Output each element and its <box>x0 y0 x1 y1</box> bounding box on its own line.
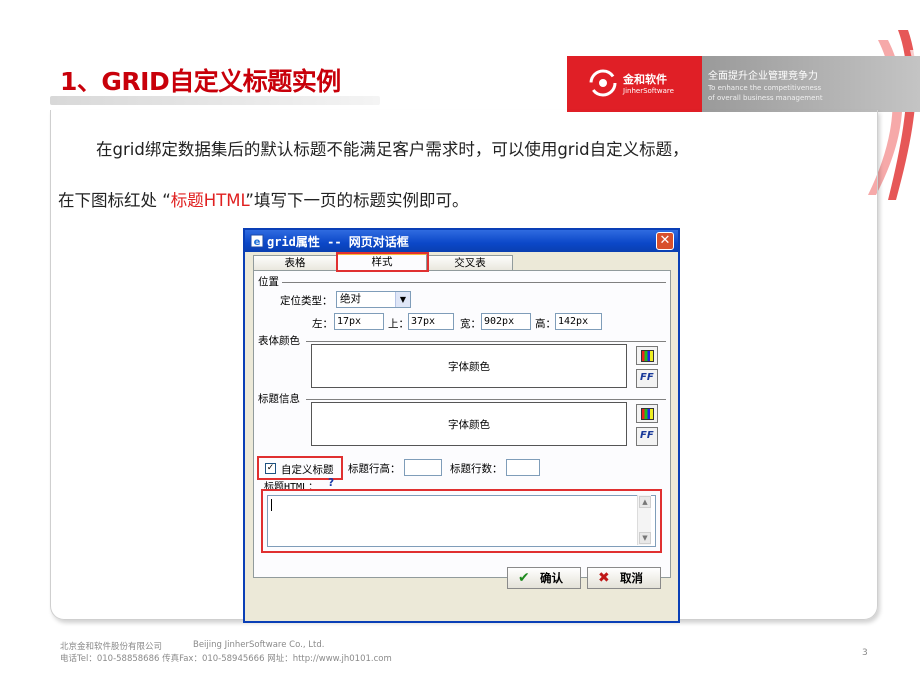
body-color-preview[interactable]: 字体颜色 <box>311 344 627 388</box>
check-icon: ✔ <box>518 570 530 586</box>
font-color-icon: FF <box>640 430 654 441</box>
paragraph-line1: 在grid绑定数据集后的默认标题不能满足客户需求时，可以使用grid自定义标题， <box>96 140 689 159</box>
body-font-color-text: 字体颜色 <box>448 361 490 373</box>
title-html-highlight: ▲ ▼ <box>261 489 662 553</box>
top-label: 上： <box>388 318 409 330</box>
confirm-label: 确认 <box>540 571 563 585</box>
slogan-en-line2: of overall business management <box>708 94 823 102</box>
scroll-down-icon[interactable]: ▼ <box>639 532 651 544</box>
palette-icon <box>641 408 654 420</box>
footer-company-cn: 北京金和软件股份有限公司 <box>60 642 163 652</box>
paragraph-line2: 在下图标红处 “标题HTML”填写下一页的标题实例即可。 <box>58 187 468 211</box>
paragraph-line2-before: 在下图标红处 “ <box>58 191 171 210</box>
footer-company-en: Beijing JinherSoftware Co., Ltd. <box>193 640 325 650</box>
svg-text:e: e <box>254 237 261 248</box>
tab-style-highlight <box>336 252 429 272</box>
top-input[interactable]: 37px <box>408 313 454 330</box>
title-underline <box>50 96 380 105</box>
grid-properties-dialog: e grid属性 -- 网页对话框 ✕ 表格 交叉表 位置 定位类型： 绝对 ▼… <box>243 228 680 623</box>
brand-slogan: 全面提升企业管理竞争力 To enhance the competitivene… <box>702 56 920 112</box>
slide-title: 1、GRID自定义标题实例 <box>60 67 341 96</box>
logo-mark-icon <box>589 69 617 97</box>
section-title-info: 标题信息 <box>258 393 300 405</box>
confirm-button[interactable]: ✔ 确认 <box>507 567 581 589</box>
text-caret <box>271 499 272 511</box>
title-html-textarea[interactable] <box>267 495 656 547</box>
left-input[interactable]: 17px <box>334 313 384 330</box>
position-type-select[interactable]: 绝对 ▼ <box>336 291 411 308</box>
divider <box>306 341 666 342</box>
divider <box>306 399 666 400</box>
scrollbar[interactable]: ▲ ▼ <box>637 495 651 545</box>
dialog-title: grid属性 -- 网页对话框 <box>267 235 409 249</box>
divider <box>282 282 666 283</box>
section-body-color: 表体颜色 <box>258 335 300 347</box>
custom-title-label: 自定义标题 <box>281 464 334 476</box>
cross-icon: ✖ <box>598 570 610 586</box>
font-color-icon: FF <box>640 372 654 383</box>
position-type-label: 定位类型： <box>280 295 333 307</box>
tab-table[interactable]: 表格 <box>253 255 337 271</box>
logo-text-en: JinherSoftware <box>623 87 674 95</box>
close-button[interactable]: ✕ <box>656 232 674 250</box>
ie-page-icon: e <box>250 234 264 248</box>
title-font-color-text: 字体颜色 <box>448 419 490 431</box>
footer-contact: 电话Tel：010-58858686 传真Fax：010-58945666 网址… <box>60 654 392 664</box>
body-font-color-button[interactable]: FF <box>636 369 658 388</box>
title-row-count-label: 标题行数： <box>450 463 503 475</box>
body-bg-color-button[interactable] <box>636 346 658 365</box>
custom-title-checkbox[interactable]: ✓ <box>265 463 276 474</box>
cancel-label: 取消 <box>620 571 643 585</box>
width-label: 宽： <box>460 318 481 330</box>
position-type-value: 绝对 <box>340 293 361 305</box>
title-font-color-button[interactable]: FF <box>636 427 658 446</box>
help-icon[interactable]: ? <box>328 477 334 489</box>
section-position: 位置 <box>258 276 279 288</box>
chevron-down-icon[interactable]: ▼ <box>395 292 410 307</box>
slide: 金和软件 JinherSoftware 全面提升企业管理竞争力 To enhan… <box>0 0 920 690</box>
title-bg-color-button[interactable] <box>636 404 658 423</box>
page-number: 3 <box>862 648 868 658</box>
height-label: 高： <box>535 318 556 330</box>
title-row-count-input[interactable] <box>506 459 540 476</box>
paragraph-highlight: 标题HTML <box>170 191 246 210</box>
brand-logo: 金和软件 JinherSoftware <box>567 56 702 112</box>
tab-panel: 位置 定位类型： 绝对 ▼ 左： 17px 上： 37px 宽： 902px 高… <box>253 270 671 578</box>
cancel-button[interactable]: ✖ 取消 <box>587 567 661 589</box>
slogan-cn: 全面提升企业管理竞争力 <box>708 71 818 82</box>
scroll-up-icon[interactable]: ▲ <box>639 496 651 508</box>
tab-crosstab[interactable]: 交叉表 <box>427 255 513 271</box>
title-row-height-input[interactable] <box>404 459 442 476</box>
paragraph-line2-after: ”填写下一页的标题实例即可。 <box>245 191 469 210</box>
title-row-height-label: 标题行高： <box>348 463 401 475</box>
palette-icon <box>641 350 654 362</box>
left-label: 左： <box>312 318 333 330</box>
height-input[interactable]: 142px <box>555 313 602 330</box>
title-color-preview[interactable]: 字体颜色 <box>311 402 627 446</box>
logo-text-cn: 金和软件 <box>623 73 667 86</box>
width-input[interactable]: 902px <box>481 313 531 330</box>
slogan-en-line1: To enhance the competitiveness <box>708 84 822 92</box>
dialog-titlebar[interactable]: e grid属性 -- 网页对话框 ✕ <box>245 230 678 252</box>
